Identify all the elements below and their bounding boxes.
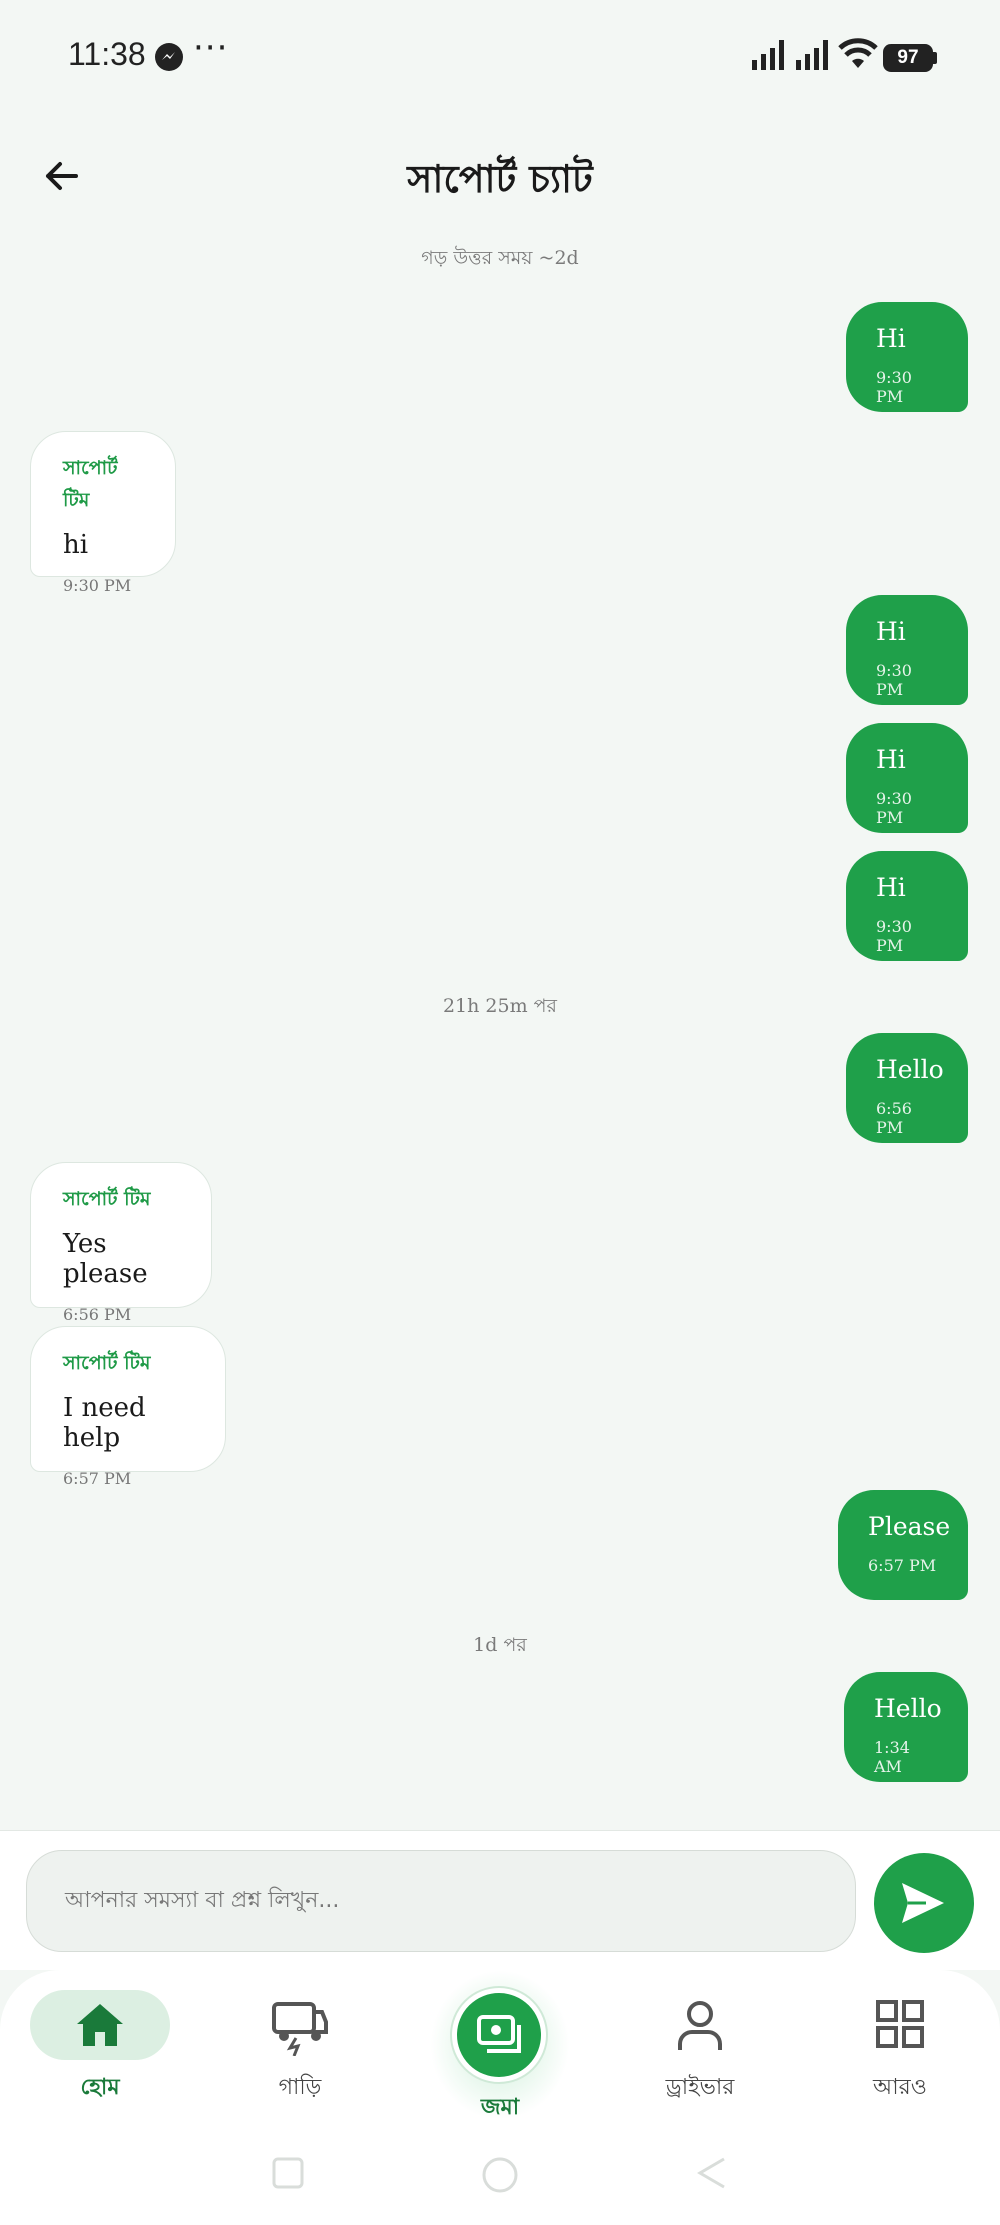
message-sender: সাপোর্ট টিম — [63, 1352, 151, 1374]
battery-tip — [933, 52, 937, 64]
time-gap-note: 21h 25m পর — [442, 995, 558, 1017]
nav-label: হোম — [80, 2075, 120, 2100]
message-text: Hi — [876, 873, 906, 902]
message-time: 9:30 PM — [876, 368, 912, 406]
message-outgoing[interactable]: Please 6:57 PM — [838, 1490, 968, 1600]
message-input[interactable]: আপনার সমস্যা বা প্রশ্ন লিখুন... — [26, 1850, 856, 1952]
message-text: Hi — [876, 617, 906, 646]
message-sender: সাপোর্ট টিম — [63, 1188, 151, 1210]
avg-reply-note: গড় উত্তর সময় ~2d — [421, 247, 579, 269]
nav-label: গাড়ি — [278, 2075, 322, 2100]
message-sender: সাপোর্ট টিম — [63, 457, 118, 511]
message-time: 9:30 PM — [876, 661, 912, 699]
cash-icon — [477, 2015, 521, 2053]
messenger-notification-icon — [155, 43, 183, 71]
home-icon — [77, 2004, 123, 2046]
message-text: hi — [63, 530, 89, 560]
user-icon — [678, 2001, 722, 2050]
message-outgoing[interactable]: Hi 9:30 PM — [846, 595, 968, 705]
message-text: Hello — [876, 1055, 944, 1084]
message-outgoing[interactable]: Hello 6:56 PM — [846, 1033, 968, 1143]
nav-label: আরও — [873, 2075, 927, 2100]
vehicle-icon — [272, 2002, 328, 2056]
recents-gesture-icon[interactable] — [270, 2155, 306, 2191]
message-time: 1:34 AM — [874, 1738, 910, 1776]
message-text: Hello — [874, 1694, 942, 1723]
status-bar: 11:38 ··· 97 — [0, 0, 1000, 110]
nav-label: ড্রাইভার — [665, 2075, 735, 2100]
signal-sim1-icon — [752, 40, 784, 70]
clock: 11:38 — [68, 36, 146, 72]
message-incoming[interactable]: সাপোর্ট টিম I need help 6:57 PM — [30, 1326, 226, 1488]
signal-sim2-icon — [796, 40, 828, 70]
page-title: সাপোর্ট চ্যাট — [407, 157, 593, 201]
nav-label: জমা — [480, 2095, 520, 2120]
battery-indicator: 97 — [883, 44, 933, 72]
more-notifications-icon: ··· — [193, 28, 229, 68]
nav-deposit-button[interactable] — [452, 1988, 546, 2082]
message-time: 9:30 PM — [876, 917, 912, 955]
message-time: 6:56 PM — [876, 1099, 912, 1137]
message-outgoing[interactable]: Hello 1:34 AM — [844, 1672, 968, 1782]
grid-icon — [876, 2000, 924, 2048]
message-text: Hi — [876, 324, 906, 353]
time-gap-note: 1d পর — [473, 1634, 527, 1656]
message-time: 6:56 PM — [63, 1305, 132, 1324]
home-gesture-icon[interactable] — [480, 2155, 520, 2195]
back-gesture-icon[interactable] — [694, 2155, 730, 2191]
message-incoming[interactable]: সাপোর্ট টিম hi 9:30 PM — [30, 431, 176, 595]
wifi-icon — [838, 38, 878, 68]
message-incoming[interactable]: সাপোর্ট টিম Yes please 6:56 PM — [30, 1162, 212, 1324]
message-time: 6:57 PM — [868, 1556, 937, 1575]
message-time: 9:30 PM — [876, 789, 912, 827]
message-text: Yes please — [63, 1229, 148, 1289]
send-icon — [902, 1883, 944, 1923]
send-button[interactable] — [874, 1853, 974, 1953]
message-text: Hi — [876, 745, 906, 774]
message-outgoing[interactable]: Hi 9:30 PM — [846, 723, 968, 833]
message-text: Please — [868, 1512, 951, 1541]
message-outgoing[interactable]: Hi 9:30 PM — [846, 851, 968, 961]
message-text: I need help — [63, 1393, 146, 1453]
message-outgoing[interactable]: Hi 9:30 PM — [846, 302, 968, 412]
message-time: 6:57 PM — [63, 1469, 132, 1488]
message-time: 9:30 PM — [63, 576, 132, 595]
